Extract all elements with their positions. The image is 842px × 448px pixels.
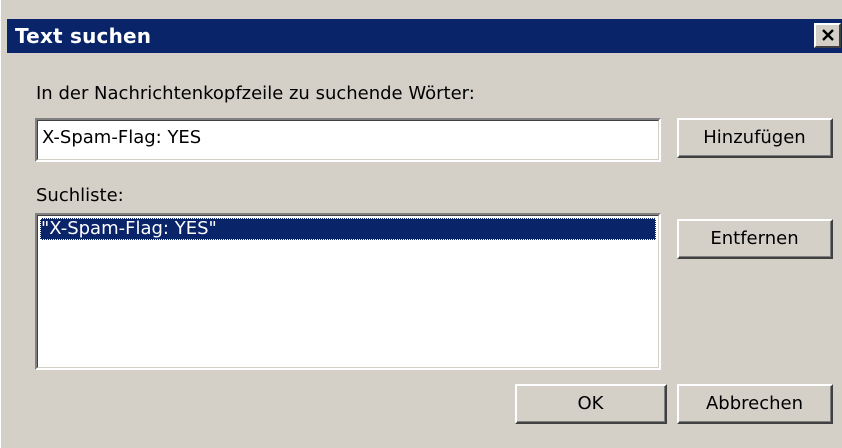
remove-button-label: Entfernen	[679, 221, 831, 257]
title-bar[interactable]: Text suchen	[7, 19, 842, 53]
list-label: Suchliste:	[36, 185, 124, 206]
remove-button[interactable]: Entfernen	[677, 219, 833, 259]
cancel-button-label: Abbrechen	[679, 386, 831, 422]
cancel-button[interactable]: Abbrechen	[677, 384, 833, 424]
window-title: Text suchen	[15, 24, 152, 48]
add-button-label: Hinzufügen	[679, 120, 831, 156]
ok-button-label: OK	[517, 386, 665, 422]
dialog-window: Text suchen In der Nachrichtenkopfzeile …	[0, 0, 842, 448]
search-input-value: X-Spam-Flag: YES	[42, 127, 202, 148]
search-list[interactable]: "X-Spam-Flag: YES"	[35, 213, 661, 370]
search-label: In der Nachrichtenkopfzeile zu suchende …	[36, 83, 475, 104]
close-icon	[821, 29, 834, 41]
ok-button[interactable]: OK	[515, 384, 667, 424]
add-button[interactable]: Hinzufügen	[677, 118, 833, 158]
search-input[interactable]: X-Spam-Flag: YES	[35, 118, 661, 162]
close-button[interactable]	[814, 23, 841, 48]
list-item[interactable]: "X-Spam-Flag: YES"	[40, 218, 656, 240]
